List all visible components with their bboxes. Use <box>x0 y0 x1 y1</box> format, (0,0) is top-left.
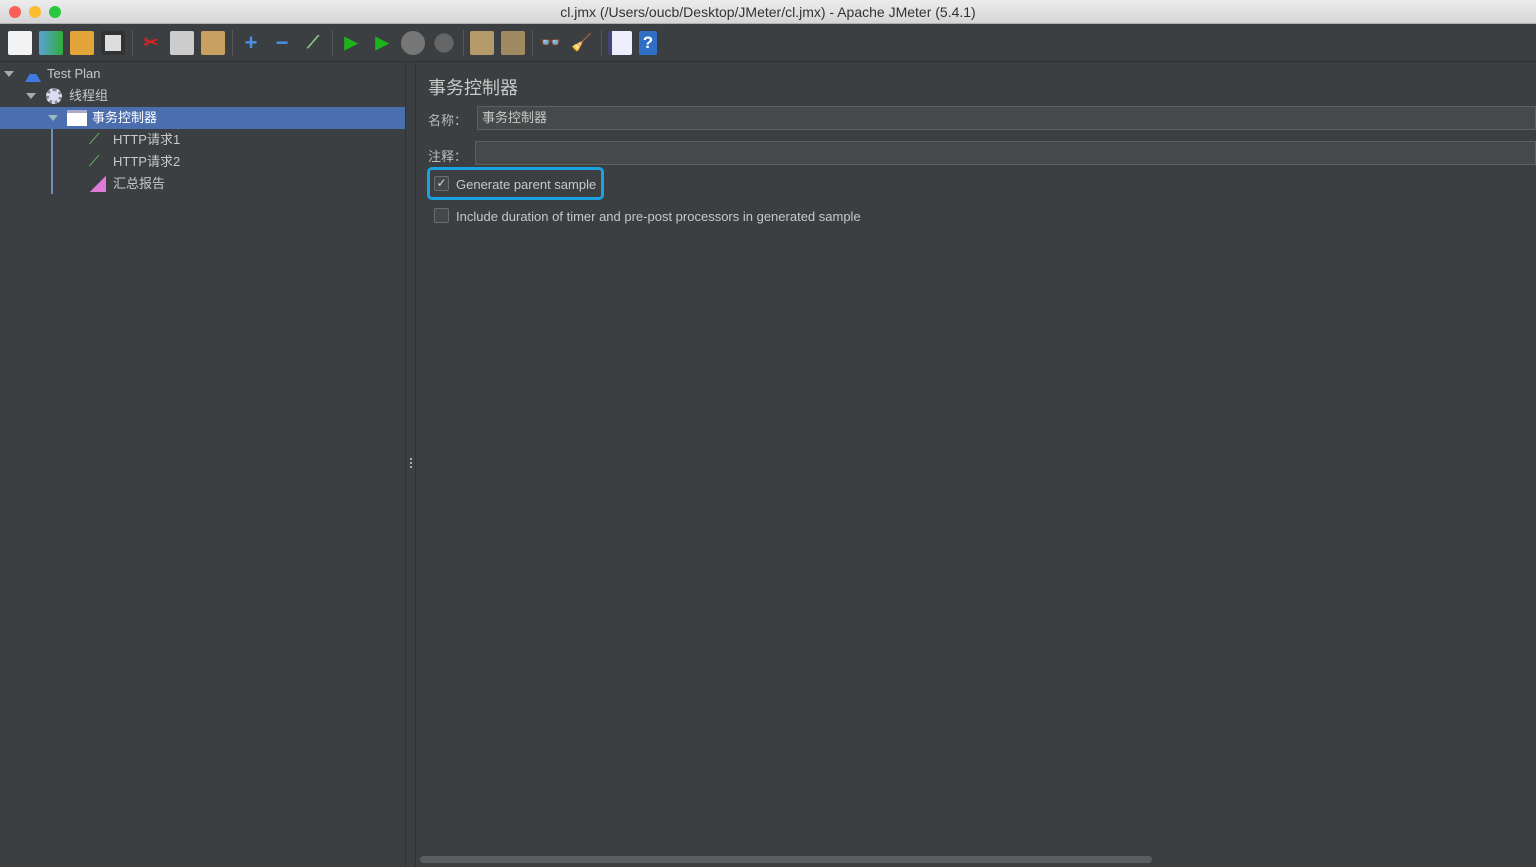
expand-arrow-icon[interactable] <box>48 115 58 121</box>
toggle-icon[interactable]: ⟋ <box>301 31 325 55</box>
tree-item-http-request-2[interactable]: ⟋ HTTP请求2 <box>0 151 405 173</box>
paste-icon[interactable] <box>201 31 225 55</box>
comment-label: 注释： <box>428 149 468 164</box>
pipette-icon: ⟋ <box>89 153 100 170</box>
chart-icon <box>90 176 106 192</box>
expand-arrow-icon[interactable] <box>26 93 36 99</box>
templates-icon[interactable] <box>39 31 63 55</box>
start-no-pause-icon[interactable]: ▶ <box>370 31 394 55</box>
clear-all-icon[interactable] <box>501 31 525 55</box>
minimize-window-button[interactable] <box>29 6 41 18</box>
flask-icon <box>25 66 41 82</box>
pipette-icon: ⟋ <box>89 131 100 148</box>
shutdown-icon[interactable] <box>434 33 454 53</box>
maximize-window-button[interactable] <box>49 6 61 18</box>
test-plan-tree: Test Plan 线程组 事务控制器 ⟋ HTTP请求1 ⟋ HTTP请求2 … <box>0 63 405 867</box>
close-window-button[interactable] <box>9 6 21 18</box>
toolbar: ✂ + − ⟋ ▶ ▶ 👓 🧹 ? <box>0 25 1536 62</box>
generate-parent-sample-checkbox[interactable]: ✓ <box>434 176 449 191</box>
new-icon[interactable] <box>8 31 32 55</box>
clear-icon[interactable] <box>470 31 494 55</box>
include-duration-checkbox[interactable] <box>434 208 449 223</box>
open-icon[interactable] <box>70 31 94 55</box>
collapse-icon[interactable]: − <box>270 30 294 55</box>
panel-title: 事务控制器 <box>428 78 518 98</box>
search-icon[interactable]: 👓 <box>539 31 563 55</box>
horizontal-scrollbar[interactable] <box>420 856 1152 863</box>
save-icon[interactable] <box>101 31 125 55</box>
generate-parent-sample-label[interactable]: Generate parent sample <box>456 177 596 192</box>
stop-icon[interactable] <box>401 31 425 55</box>
reset-search-icon[interactable]: 🧹 <box>570 31 594 55</box>
title-bar: cl.jmx (/Users/oucb/Desktop/JMeter/cl.jm… <box>0 0 1536 24</box>
tree-item-summary-report[interactable]: 汇总报告 <box>0 173 405 195</box>
split-pane-divider[interactable] <box>405 63 416 867</box>
help-icon[interactable]: ? <box>639 31 657 55</box>
name-label: 名称： <box>428 113 468 128</box>
comment-input[interactable] <box>475 141 1536 165</box>
controller-icon <box>67 110 87 126</box>
tree-guide-line <box>51 129 53 194</box>
expand-icon[interactable]: + <box>239 30 263 55</box>
name-input[interactable]: 事务控制器 <box>477 106 1536 130</box>
tree-item-thread-group[interactable]: 线程组 <box>0 85 405 107</box>
function-helper-icon[interactable] <box>608 31 632 55</box>
tree-item-test-plan[interactable]: Test Plan <box>0 63 405 85</box>
transaction-controller-panel: 事务控制器 名称： 事务控制器 注释： ✓ Generate parent sa… <box>416 63 1536 867</box>
expand-arrow-icon[interactable] <box>4 71 14 77</box>
window-title: cl.jmx (/Users/oucb/Desktop/JMeter/cl.jm… <box>560 4 976 20</box>
start-icon[interactable]: ▶ <box>339 31 363 55</box>
tree-item-transaction-controller[interactable]: 事务控制器 <box>0 107 405 129</box>
include-duration-label[interactable]: Include duration of timer and pre-post p… <box>456 209 861 224</box>
copy-icon[interactable] <box>170 31 194 55</box>
gear-icon <box>46 88 62 104</box>
cut-icon[interactable]: ✂ <box>139 31 163 55</box>
tree-item-http-request-1[interactable]: ⟋ HTTP请求1 <box>0 129 405 151</box>
drag-handle-icon[interactable] <box>410 458 412 470</box>
